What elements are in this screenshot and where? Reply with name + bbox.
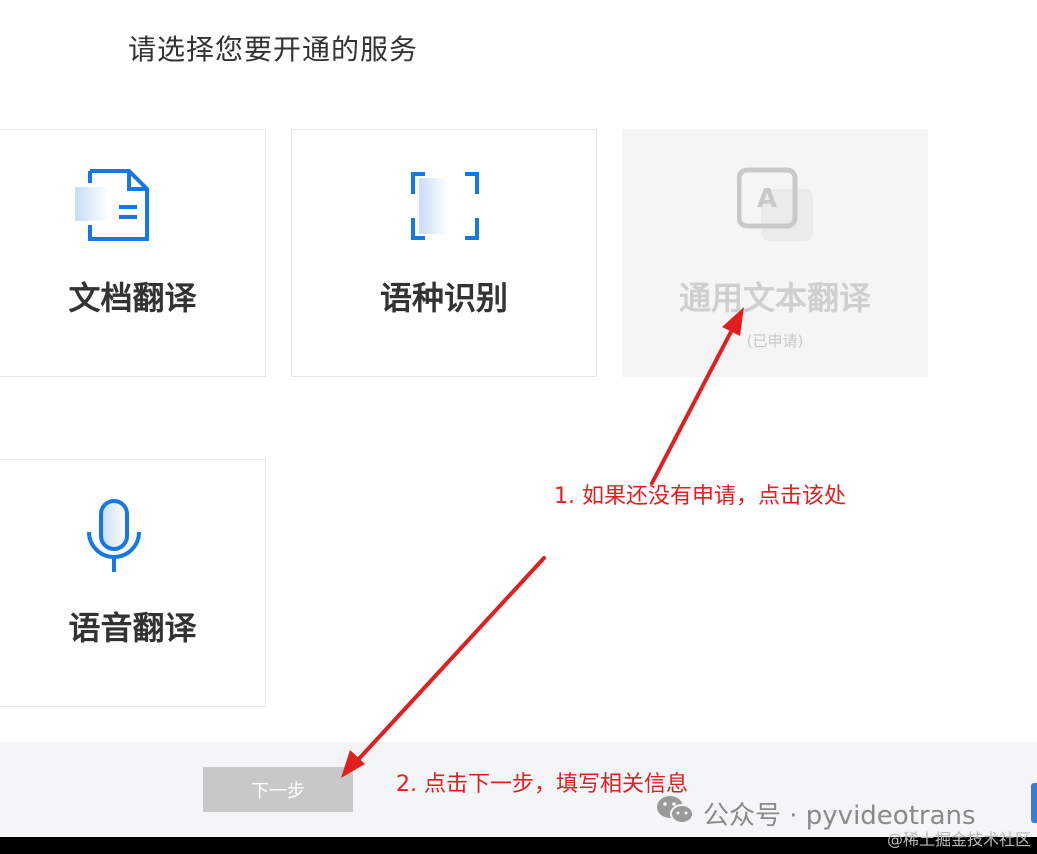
svg-text:A: A	[757, 184, 777, 214]
microphone-icon	[86, 498, 142, 578]
service-card-document-translation[interactable]: 文档翻译	[0, 129, 266, 377]
service-card-speech-translation[interactable]: 语音翻译	[0, 459, 266, 707]
page-title: 请选择您要开通的服务	[128, 33, 419, 66]
service-card-general-text-translation[interactable]: A 通用文本翻译 (已申请)	[622, 129, 928, 377]
letter-a-icon: A	[736, 167, 817, 247]
annotation-note-apply: 1. 如果还没有申请，点击该处	[554, 484, 846, 509]
service-label: 通用文本翻译	[678, 279, 871, 317]
applied-status: (已申请)	[746, 332, 804, 350]
service-label: 语音翻译	[68, 609, 197, 647]
scan-frame-icon	[411, 172, 479, 244]
service-card-language-detection[interactable]: 语种识别	[291, 129, 597, 377]
next-step-button[interactable]: 下一步	[203, 767, 353, 812]
watermark: 公众号 · pyvideotrans	[655, 794, 976, 833]
bottom-strip	[0, 837, 1037, 854]
wechat-icon	[655, 794, 695, 833]
watermark-site: @稀土掘金技术社区	[886, 830, 1031, 849]
service-label: 语种识别	[379, 279, 508, 317]
service-label: 文档翻译	[68, 279, 197, 317]
side-edge-tab[interactable]	[1031, 783, 1037, 823]
document-icon	[75, 167, 151, 247]
annotation-note-next: 2. 点击下一步，填写相关信息	[396, 772, 688, 797]
